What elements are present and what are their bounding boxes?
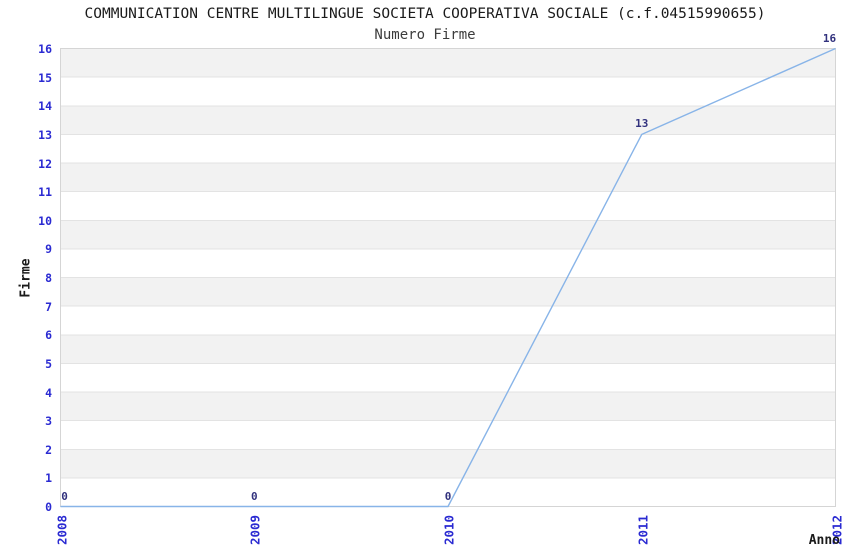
y-tick-label: 0 <box>45 500 52 514</box>
y-axis-label: Firme <box>18 258 34 298</box>
data-label: 13 <box>635 117 649 131</box>
y-tick-label: 7 <box>45 299 52 314</box>
y-tick-label: 1 <box>45 471 52 486</box>
y-tick-label: 3 <box>45 414 52 429</box>
y-tick-label: 15 <box>38 70 52 85</box>
data-label: 0 <box>444 489 452 503</box>
y-tick-label: 12 <box>38 156 52 171</box>
grid-band <box>60 391 836 422</box>
y-tick-label: 13 <box>38 127 52 142</box>
grid-band <box>60 219 836 250</box>
y-tick-label: 2 <box>45 442 52 457</box>
x-tick-label: 2011 <box>635 514 651 546</box>
y-tick-label: 4 <box>45 385 52 400</box>
x-tick-label: 2009 <box>247 514 263 546</box>
x-tick-label: 2008 <box>54 514 69 546</box>
grid-band <box>60 162 836 193</box>
grid-band <box>60 48 836 78</box>
grid-band <box>60 277 836 307</box>
y-tick-label: 6 <box>45 328 52 343</box>
y-tick-label: 14 <box>38 99 52 114</box>
data-label: 16 <box>822 31 837 45</box>
y-tick-label: 11 <box>38 185 52 200</box>
plot-area <box>60 47 836 508</box>
grid-band <box>60 105 836 135</box>
grid-band <box>60 334 836 364</box>
chart: COMMUNICATION CENTRE MULTILINGUE SOCIETA… <box>0 0 850 550</box>
data-label: 0 <box>250 489 258 503</box>
y-tick-label: 16 <box>38 42 52 56</box>
x-tick-label: 2010 <box>441 514 457 546</box>
grid-band <box>60 448 836 479</box>
data-label: 0 <box>61 489 68 503</box>
y-tick-label: 5 <box>45 356 52 371</box>
x-axis-label: Anno <box>808 533 840 548</box>
y-tick-label: 9 <box>45 242 52 257</box>
y-tick-label: 10 <box>38 213 52 228</box>
y-tick-label: 8 <box>45 271 52 285</box>
